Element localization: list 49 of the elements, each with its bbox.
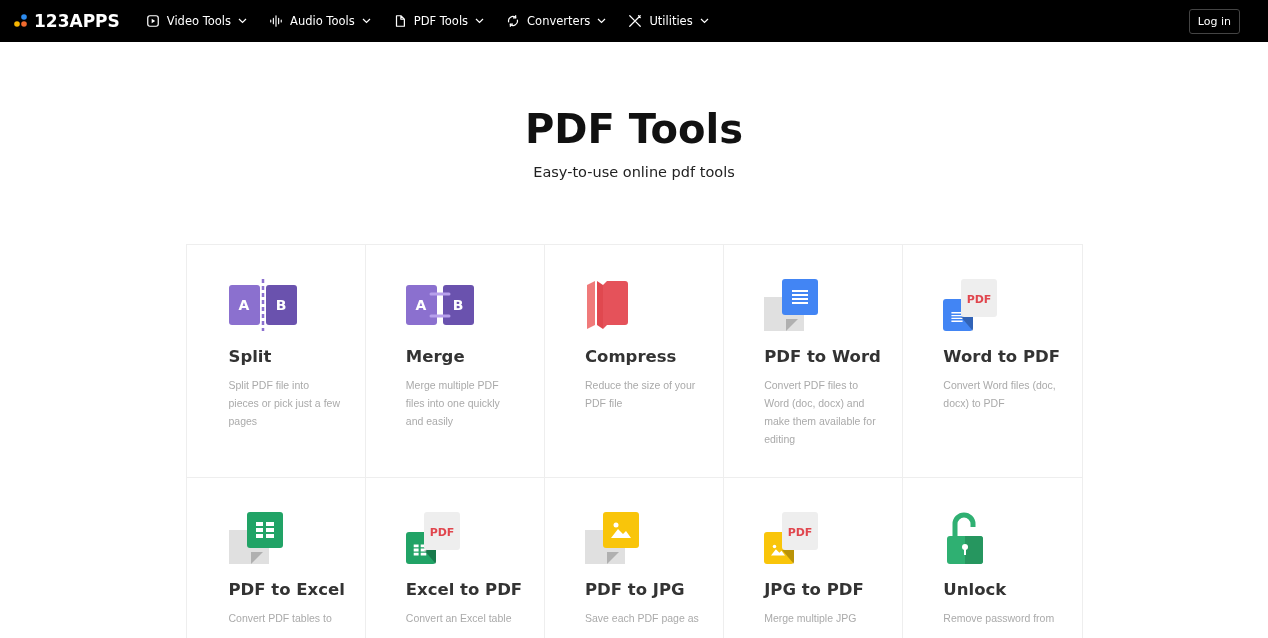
chevron-down-icon <box>699 18 709 24</box>
tool-description: Remove password from <box>943 611 1056 626</box>
tool-description: Merge multiple JPG <box>764 611 858 626</box>
nav-menu-item[interactable]: Audio Tools <box>269 14 371 28</box>
tool-card[interactable]: Unlock Remove password from <box>903 478 1083 638</box>
logo-text[interactable]: 123APPS <box>34 11 120 31</box>
convert-icon <box>506 14 521 28</box>
tool-title: PDF to JPG <box>585 580 686 599</box>
chevron-down-icon <box>475 18 485 24</box>
page-subtitle: Easy-to-use online pdf tools <box>533 164 735 180</box>
tool-card[interactable]: A B Merge Merge multiple PDF files into one quickly and easily <box>365 245 545 478</box>
logo-dots-icon <box>14 14 28 28</box>
tool-title: Unlock <box>943 580 1008 599</box>
tool-description: Convert an Excel table <box>405 611 513 626</box>
tool-title: Compress <box>585 347 678 366</box>
tool-title: JPG to PDF <box>764 580 865 599</box>
tool-card[interactable]: PDF Word to PDF Convert Word files (doc, docx) to PDF <box>903 245 1083 478</box>
audio-icon <box>269 14 284 28</box>
page-title: PDF Tools <box>524 106 744 152</box>
nav-menu-item[interactable]: Converters <box>506 14 607 28</box>
tool-description: Convert Word files (doc, docx) to PDF <box>943 378 1057 411</box>
chevron-down-icon <box>597 18 607 24</box>
nav-menu-item[interactable]: PDF Tools <box>392 14 485 28</box>
tool-title: Split <box>228 347 273 366</box>
video-icon <box>145 14 160 28</box>
login-button[interactable]: Log in <box>1188 8 1240 34</box>
chevron-down-icon <box>361 18 371 24</box>
tool-card[interactable]: PDF JPG to PDF Merge multiple JPG <box>724 478 904 638</box>
tool-description: Convert PDF files to Word (doc, docx) and make them available for editing <box>764 378 877 447</box>
tool-title: PDF to Excel <box>228 580 345 599</box>
tool-card[interactable]: PDF to JPG Save each PDF page as <box>545 478 725 638</box>
tool-card[interactable]: PDF to Word Convert PDF files to Word (doc, docx) and make them available for editing <box>724 245 904 478</box>
tool-title: Excel to PDF <box>405 580 524 599</box>
tool-title: Merge <box>405 347 466 366</box>
chevron-down-icon <box>238 18 248 24</box>
nav-menu-item[interactable]: Utilities <box>628 14 709 28</box>
tool-title: Word to PDF <box>943 347 1061 366</box>
tool-description: Convert PDF tables to <box>228 611 333 626</box>
tool-description: Split PDF file into pieces or pick just a few pages <box>228 378 341 429</box>
folded-paper-icon <box>585 279 629 331</box>
tool-description: Reduce the size of your PDF file <box>585 378 697 411</box>
tool-card[interactable]: PDF to Excel Convert PDF tables to <box>186 478 366 638</box>
tool-card[interactable]: A B Split Split PDF file into pieces or pick just a few pages <box>186 245 366 478</box>
tool-description: Merge multiple PDF files into one quickly and easily <box>405 378 501 429</box>
tool-description: Save each PDF page as <box>585 611 700 626</box>
tool-card[interactable]: PDF Excel to PDF Convert an Excel table <box>365 478 545 638</box>
nav-menu-item[interactable]: Video Tools <box>145 14 248 28</box>
tool-card[interactable]: Compress Reduce the size of your PDF file <box>545 245 725 478</box>
tool-title: PDF to Word <box>764 347 882 366</box>
